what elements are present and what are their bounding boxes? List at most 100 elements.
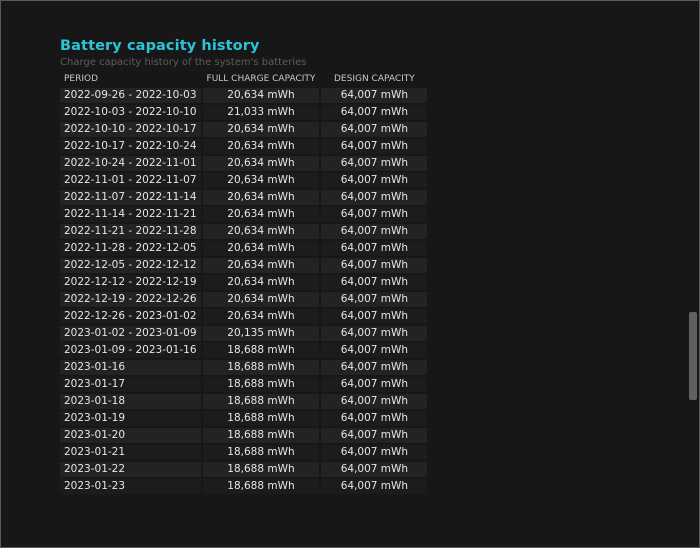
design-capacity-cell: 64,007 mWh <box>321 309 428 324</box>
design-capacity-cell: 64,007 mWh <box>321 292 428 307</box>
design-capacity-cell: 64,007 mWh <box>321 394 428 409</box>
full-charge-cell: 20,634 mWh <box>202 275 320 290</box>
design-capacity-cell: 64,007 mWh <box>321 190 428 205</box>
design-capacity-cell: 64,007 mWh <box>321 207 428 222</box>
design-capacity-cell: 64,007 mWh <box>321 88 428 103</box>
period-cell: 2022-11-07 - 2022-11-14 <box>60 190 201 205</box>
table-row: 2022-11-21 - 2022-11-28 20,634 mWh 64,007 … <box>60 224 428 239</box>
full-charge-cell: 20,634 mWh <box>202 258 320 273</box>
period-cell: 2023-01-09 - 2023-01-16 <box>60 343 201 358</box>
capacity-history-table: PERIOD FULL CHARGE CAPACITY DESIGN CAPAC… <box>58 71 429 496</box>
full-charge-cell: 18,688 mWh <box>202 360 320 375</box>
full-charge-cell: 20,135 mWh <box>202 326 320 341</box>
period-cell: 2023-01-22 <box>60 462 201 477</box>
period-cell: 2022-10-10 - 2022-10-17 <box>60 122 201 137</box>
scrollbar-thumb[interactable] <box>689 312 697 400</box>
period-cell: 2023-01-18 <box>60 394 201 409</box>
period-cell: 2022-11-28 - 2022-12-05 <box>60 241 201 256</box>
table-body: 2022-09-26 - 2022-10-03 20,634 mWh 64,007 … <box>60 88 428 494</box>
header-full-charge-capacity: FULL CHARGE CAPACITY <box>206 74 316 84</box>
design-capacity-cell: 64,007 mWh <box>321 411 428 426</box>
full-charge-cell: 18,688 mWh <box>202 377 320 392</box>
design-capacity-cell: 64,007 mWh <box>321 462 428 477</box>
table-row: 2023-01-09 - 2023-01-16 18,688 mWh 64,007 … <box>60 343 428 358</box>
full-charge-cell: 20,634 mWh <box>202 156 320 171</box>
period-cell: 2022-12-26 - 2023-01-02 <box>60 309 201 324</box>
table-row: 2022-10-10 - 2022-10-17 20,634 mWh 64,007 … <box>60 122 428 137</box>
full-charge-cell: 20,634 mWh <box>202 241 320 256</box>
design-capacity-cell: 64,007 mWh <box>321 122 428 137</box>
table-row: 2022-12-05 - 2022-12-12 20,634 mWh 64,007 … <box>60 258 428 273</box>
period-cell: 2022-11-14 - 2022-11-21 <box>60 207 201 222</box>
full-charge-cell: 18,688 mWh <box>202 343 320 358</box>
table-row: 2023-01-18 18,688 mWh 64,007 mWh <box>60 394 428 409</box>
full-charge-cell: 18,688 mWh <box>202 479 320 494</box>
table-row: 2022-11-28 - 2022-12-05 20,634 mWh 64,007 … <box>60 241 428 256</box>
design-capacity-cell: 64,007 mWh <box>321 156 428 171</box>
table-row: 2022-12-19 - 2022-12-26 20,634 mWh 64,007 … <box>60 292 428 307</box>
full-charge-cell: 20,634 mWh <box>202 122 320 137</box>
period-cell: 2023-01-23 <box>60 479 201 494</box>
full-charge-cell: 20,634 mWh <box>202 207 320 222</box>
period-cell: 2023-01-20 <box>60 428 201 443</box>
period-cell: 2022-12-05 - 2022-12-12 <box>60 258 201 273</box>
full-charge-cell: 20,634 mWh <box>202 224 320 239</box>
period-cell: 2022-10-17 - 2022-10-24 <box>60 139 201 154</box>
table-header-row: PERIOD FULL CHARGE CAPACITY DESIGN CAPAC… <box>60 73 427 86</box>
full-charge-cell: 18,688 mWh <box>202 462 320 477</box>
table-row: 2022-10-03 - 2022-10-10 21,033 mWh 64,007 … <box>60 105 428 120</box>
design-capacity-cell: 64,007 mWh <box>321 258 428 273</box>
table-row: 2023-01-23 18,688 mWh 64,007 mWh <box>60 479 428 494</box>
full-charge-cell: 20,634 mWh <box>202 139 320 154</box>
full-charge-cell: 20,634 mWh <box>202 309 320 324</box>
design-capacity-cell: 64,007 mWh <box>321 326 428 341</box>
header-design-capacity: DESIGN CAPACITY <box>334 74 415 84</box>
period-cell: 2023-01-16 <box>60 360 201 375</box>
table-row: 2022-11-01 - 2022-11-07 20,634 mWh 64,007 … <box>60 173 428 188</box>
table-row: 2023-01-19 18,688 mWh 64,007 mWh <box>60 411 428 426</box>
table-row: 2022-11-07 - 2022-11-14 20,634 mWh 64,007 … <box>60 190 428 205</box>
period-cell: 2023-01-02 - 2023-01-09 <box>60 326 201 341</box>
full-charge-cell: 20,634 mWh <box>202 190 320 205</box>
table-row: 2022-12-12 - 2022-12-19 20,634 mWh 64,007 … <box>60 275 428 290</box>
full-charge-cell: 21,033 mWh <box>202 105 320 120</box>
table-row: 2023-01-17 18,688 mWh 64,007 mWh <box>60 377 428 392</box>
full-charge-cell: 20,634 mWh <box>202 292 320 307</box>
full-charge-cell: 18,688 mWh <box>202 428 320 443</box>
table-row: 2023-01-16 18,688 mWh 64,007 mWh <box>60 360 428 375</box>
design-capacity-cell: 64,007 mWh <box>321 377 428 392</box>
full-charge-cell: 18,688 mWh <box>202 445 320 460</box>
full-charge-cell: 18,688 mWh <box>202 394 320 409</box>
period-cell: 2023-01-17 <box>60 377 201 392</box>
design-capacity-cell: 64,007 mWh <box>321 224 428 239</box>
table-row: 2023-01-02 - 2023-01-09 20,135 mWh 64,007 … <box>60 326 428 341</box>
period-cell: 2022-11-01 - 2022-11-07 <box>60 173 201 188</box>
vertical-scrollbar[interactable] <box>688 1 698 547</box>
period-cell: 2022-09-26 - 2022-10-03 <box>60 88 201 103</box>
header-period: PERIOD <box>64 74 99 84</box>
table-row: 2022-12-26 - 2023-01-02 20,634 mWh 64,007 … <box>60 309 428 324</box>
design-capacity-cell: 64,007 mWh <box>321 445 428 460</box>
period-cell: 2022-10-24 - 2022-11-01 <box>60 156 201 171</box>
design-capacity-cell: 64,007 mWh <box>321 275 428 290</box>
design-capacity-cell: 64,007 mWh <box>321 105 428 120</box>
period-cell: 2023-01-19 <box>60 411 201 426</box>
design-capacity-cell: 64,007 mWh <box>321 173 428 188</box>
design-capacity-cell: 64,007 mWh <box>321 360 428 375</box>
report-window: Battery capacity history Charge capacity… <box>0 0 700 548</box>
period-cell: 2022-10-03 - 2022-10-10 <box>60 105 201 120</box>
section-title: Battery capacity history <box>60 38 260 54</box>
design-capacity-cell: 64,007 mWh <box>321 479 428 494</box>
period-cell: 2022-12-12 - 2022-12-19 <box>60 275 201 290</box>
full-charge-cell: 18,688 mWh <box>202 411 320 426</box>
period-cell: 2022-11-21 - 2022-11-28 <box>60 224 201 239</box>
section-subtitle: Charge capacity history of the system's … <box>60 57 307 68</box>
design-capacity-cell: 64,007 mWh <box>321 343 428 358</box>
table-row: 2023-01-20 18,688 mWh 64,007 mWh <box>60 428 428 443</box>
table-row: 2022-09-26 - 2022-10-03 20,634 mWh 64,007 … <box>60 88 428 103</box>
table-row: 2023-01-22 18,688 mWh 64,007 mWh <box>60 462 428 477</box>
design-capacity-cell: 64,007 mWh <box>321 139 428 154</box>
table-row: 2023-01-21 18,688 mWh 64,007 mWh <box>60 445 428 460</box>
table-row: 2022-10-24 - 2022-11-01 20,634 mWh 64,007 … <box>60 156 428 171</box>
full-charge-cell: 20,634 mWh <box>202 173 320 188</box>
